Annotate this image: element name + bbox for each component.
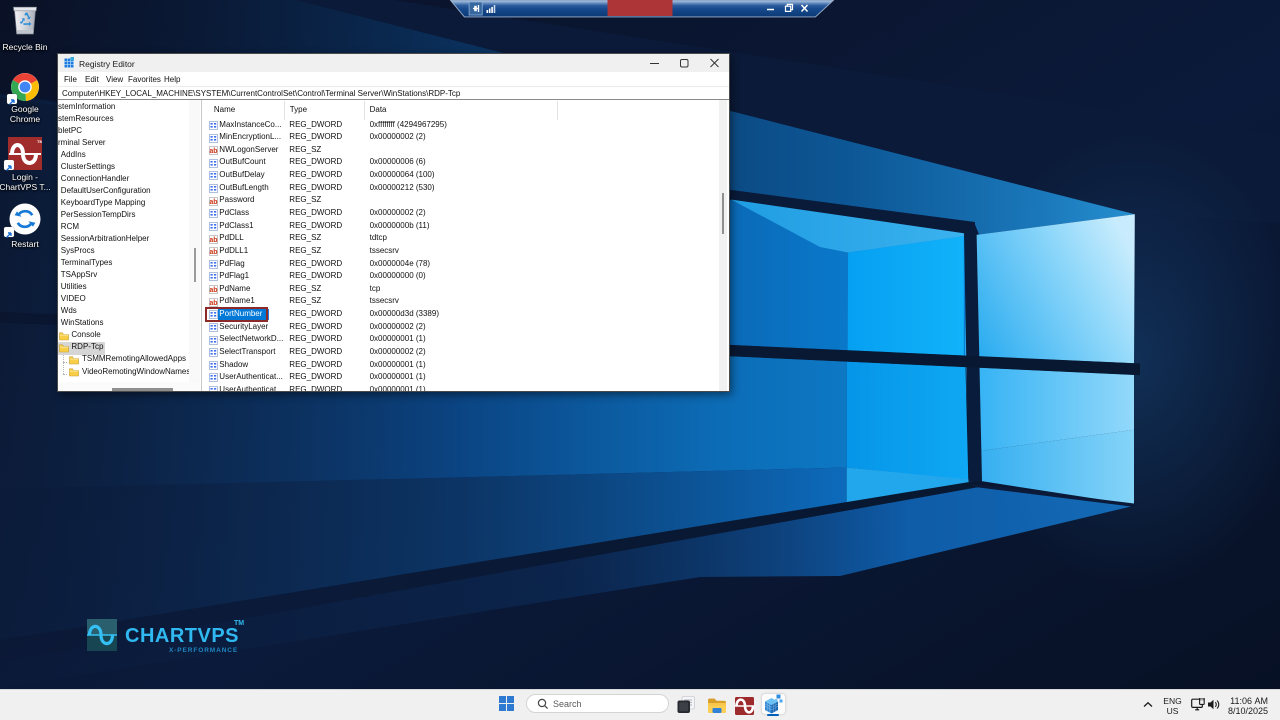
svg-text:ab: ab	[209, 287, 217, 294]
svg-text:TM: TM	[37, 139, 42, 144]
svg-text:ab: ab	[209, 199, 217, 206]
svg-text:ab: ab	[209, 237, 217, 244]
svg-text:ab: ab	[209, 300, 217, 307]
svg-text:ab: ab	[209, 249, 217, 256]
svg-text:ab: ab	[209, 148, 217, 155]
